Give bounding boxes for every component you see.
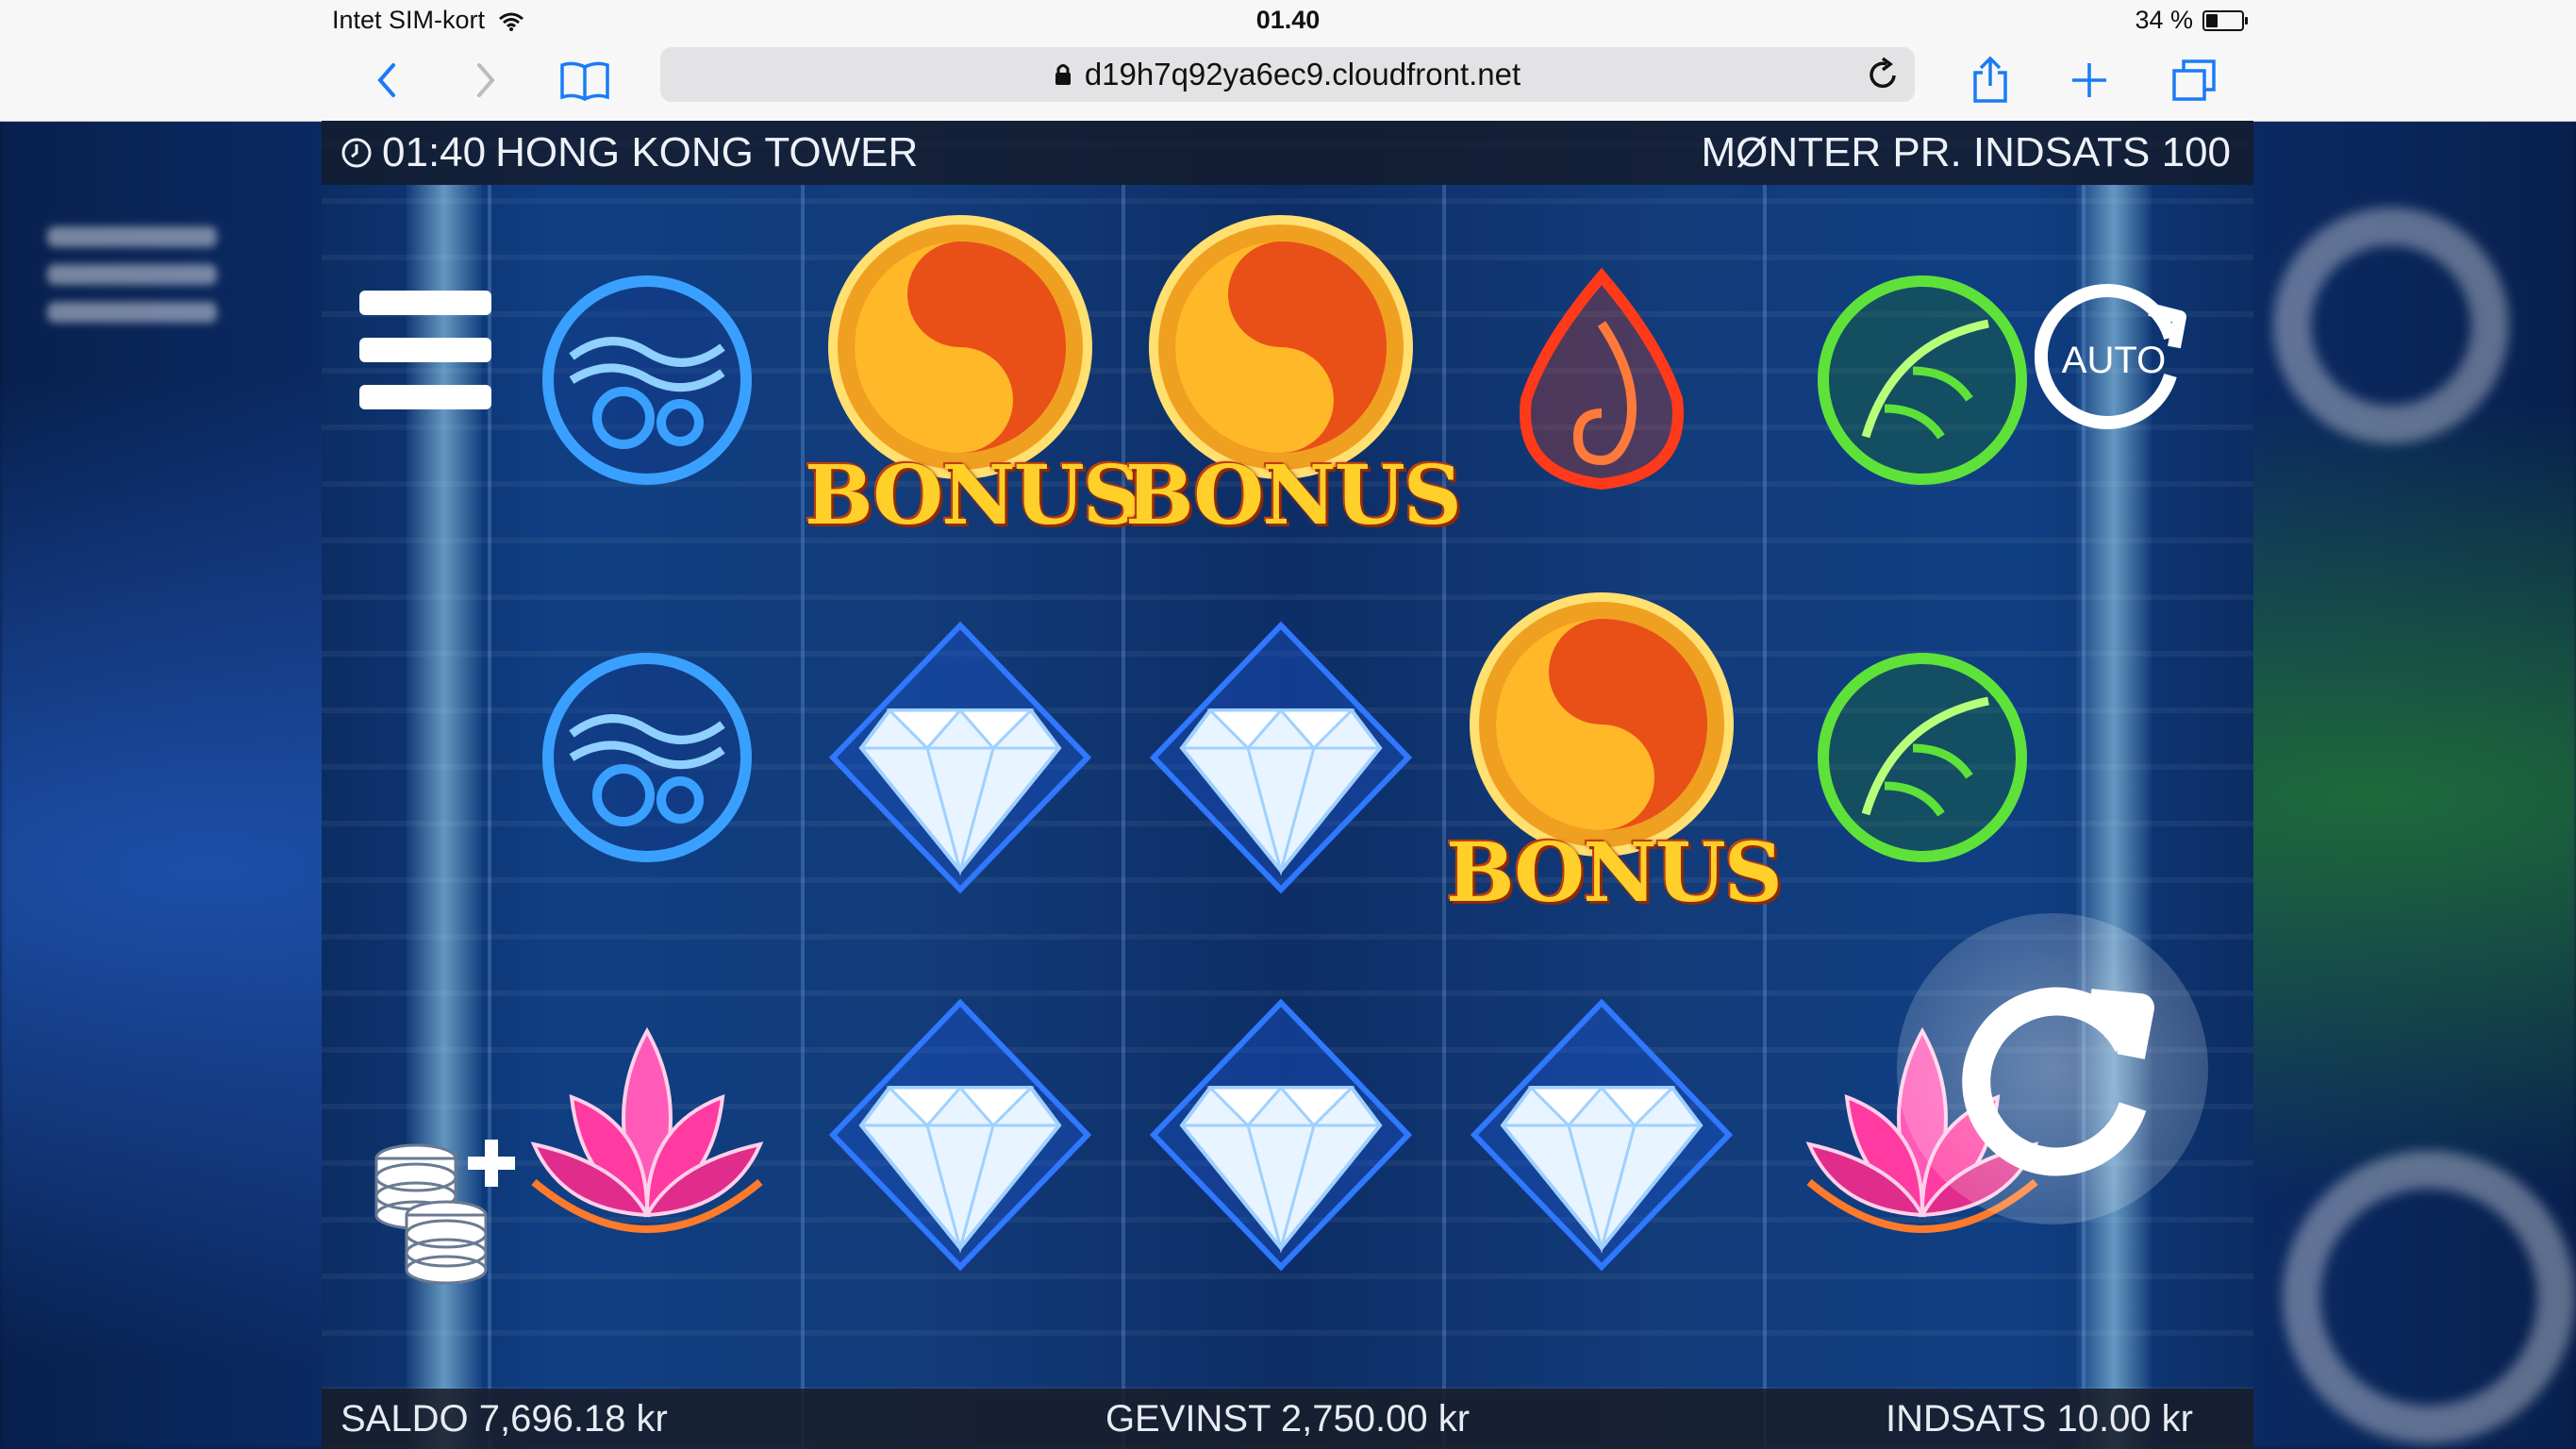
game-title-area: 01:40 HONG KONG TOWER	[341, 129, 918, 176]
fire-icon	[1520, 267, 1684, 491]
battery-status: 34 %	[2135, 6, 2248, 35]
slot-game[interactable]: BONUS BONUS BONUS 01:40 HONG KONG TOWER …	[322, 121, 2253, 1449]
diamond-icon	[828, 621, 1092, 894]
address-bar[interactable]: d19h7q92ya6ec9.cloudfront.net	[660, 47, 1915, 102]
tabs-button[interactable]	[2168, 40, 2220, 121]
diamond-icon	[828, 998, 1092, 1272]
share-button[interactable]	[1967, 40, 2014, 121]
lock-icon	[1055, 64, 1071, 85]
bonus-label: BONUS	[1125, 448, 1462, 543]
ghost-menu-bar	[47, 302, 217, 323]
diamond-icon	[1149, 998, 1413, 1272]
bet-label: INDSATS 10.00 kr	[1885, 1398, 2193, 1440]
chevron-left-icon	[377, 63, 395, 97]
game-clock: 01:40	[382, 129, 487, 175]
lotus-icon	[530, 1026, 764, 1233]
menu-bar	[359, 385, 491, 409]
plus-icon	[2072, 63, 2106, 97]
symbol-water	[491, 196, 803, 564]
bonus-icon	[828, 215, 1092, 479]
bet-coins-button[interactable]	[359, 1121, 529, 1291]
symbol-bonus: BONUS	[805, 196, 1141, 564]
symbol-diamond	[1446, 951, 1757, 1319]
back-button[interactable]	[363, 40, 410, 121]
tabs-icon	[2172, 59, 2216, 101]
spin-button[interactable]	[1897, 913, 2208, 1224]
ghost-spin-ring	[2283, 1151, 2575, 1443]
symbol-lotus	[491, 951, 803, 1319]
coins-per-bet: MØNTER PR. INDSATS 100	[1701, 129, 2231, 175]
symbol-bonus: BONUS	[1125, 196, 1462, 564]
bonus-label: BONUS	[1446, 825, 1783, 921]
water-icon	[542, 653, 752, 862]
url-text: d19h7q92ya6ec9.cloudfront.net	[1084, 57, 1521, 92]
symbol-fire	[1446, 196, 1757, 564]
symbol-diamond	[805, 574, 1116, 941]
reload-icon[interactable]	[1866, 57, 1900, 92]
battery-icon	[2202, 9, 2248, 31]
share-icon	[1973, 56, 2007, 103]
bonus-label: BONUS	[805, 448, 1141, 543]
menu-button[interactable]	[359, 291, 491, 413]
battery-fill	[2206, 13, 2219, 27]
ghost-menu-bar	[47, 226, 217, 247]
menu-bar	[359, 338, 491, 362]
auto-label: AUTO	[2061, 340, 2167, 381]
leaf-icon	[1818, 653, 2027, 862]
new-tab-button[interactable]	[2066, 40, 2113, 121]
symbol-diamond	[1125, 951, 1437, 1319]
auto-spin-button[interactable]: AUTO	[2029, 272, 2199, 441]
symbol-diamond	[805, 951, 1116, 1319]
bonus-icon	[1470, 592, 1734, 857]
leaf-icon	[1818, 275, 2027, 485]
battery-percent: 34 %	[2135, 6, 2193, 34]
ghost-menu-bar	[47, 264, 217, 285]
status-bar: Intet SIM-kort 01.40 34 %	[0, 0, 2576, 40]
diamond-icon	[1470, 998, 1734, 1272]
bookmarks-button[interactable]	[557, 40, 613, 121]
browser-toolbar: d19h7q92ya6ec9.cloudfront.net	[0, 40, 2576, 122]
forward-button[interactable]	[462, 40, 509, 121]
ghost-auto-ring	[2273, 208, 2509, 443]
clock-icon	[341, 138, 372, 168]
symbol-diamond	[1125, 574, 1437, 941]
symbol-bonus: BONUS	[1446, 574, 1783, 941]
chevron-right-icon	[477, 63, 495, 97]
book-icon	[560, 61, 609, 101]
water-icon	[542, 275, 752, 485]
game-bottom-bar: SALDO 7,696.18 kr GEVINST 2,750.00 kr IN…	[322, 1389, 2253, 1449]
coin-stack-icon	[374, 1140, 515, 1285]
diamond-icon	[1149, 621, 1413, 894]
spin-arrow-icon	[1962, 987, 2154, 1176]
symbol-leaf	[1767, 574, 2078, 941]
game-title: HONG KONG TOWER	[495, 129, 919, 175]
symbol-water	[491, 574, 803, 941]
game-top-bar: 01:40 HONG KONG TOWER MØNTER PR. INDSATS…	[322, 121, 2253, 185]
menu-bar	[359, 291, 491, 315]
bonus-icon	[1149, 215, 1413, 479]
